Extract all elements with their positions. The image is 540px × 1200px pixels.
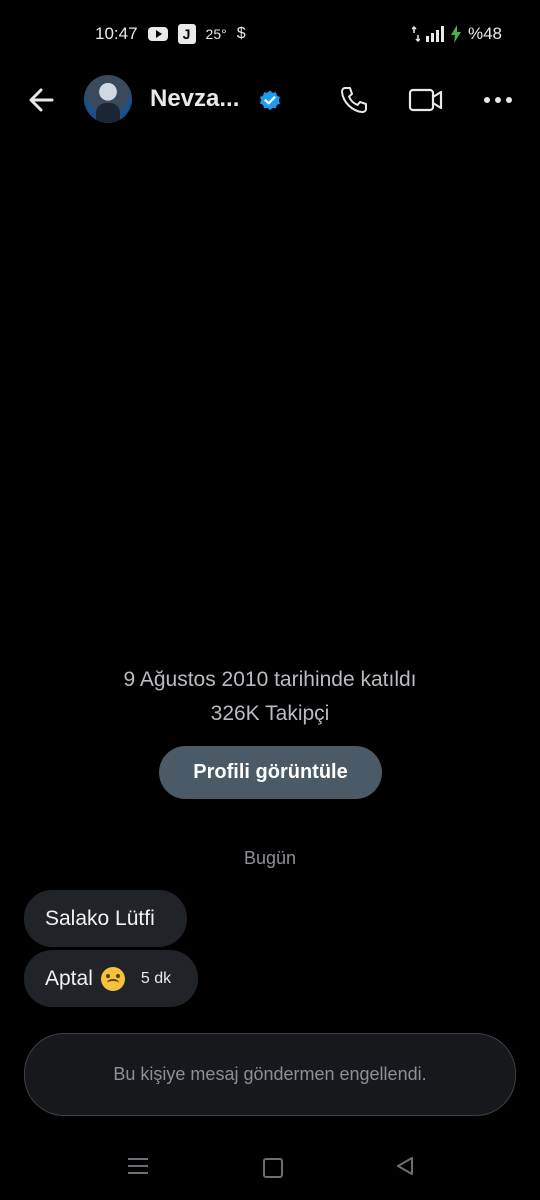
j-app-icon: J (177, 24, 196, 44)
recent-apps-button[interactable] (128, 1158, 148, 1174)
more-options-button[interactable] (482, 88, 514, 112)
phone-icon (341, 87, 367, 113)
status-bar: 10:47 J 25° $ %48 (0, 0, 540, 64)
youtube-icon (147, 27, 168, 41)
message-text: Salako Lütfi (45, 907, 155, 930)
system-nav-bar (0, 1140, 540, 1200)
back-button[interactable] (22, 82, 62, 118)
message-bubble[interactable]: Salako Lütfi (24, 890, 187, 947)
conversation-header: Nevza... (0, 64, 540, 136)
avatar[interactable] (84, 75, 132, 123)
status-time: 10:47 (95, 24, 138, 43)
back-triangle-icon[interactable] (396, 1156, 414, 1176)
battery-level: %48 (467, 24, 502, 43)
blocked-message-notice: Bu kişiye mesaj göndermen engellendi. (24, 1033, 516, 1116)
upside-down-face-icon (100, 966, 125, 991)
message-text: Aptal (45, 967, 93, 990)
message-bubble[interactable]: Aptal 5 dk (24, 950, 198, 1007)
call-button[interactable] (338, 84, 370, 116)
more-dots-icon (484, 97, 512, 103)
contact-name[interactable]: Nevza... (150, 85, 239, 113)
charging-icon (450, 25, 461, 43)
view-profile-button[interactable]: Profili görüntüle (159, 746, 382, 799)
status-bar-left: 10:47 J 25° $ (95, 24, 246, 44)
status-bar-right: %48 (411, 24, 502, 44)
video-camera-icon (408, 88, 443, 112)
joined-date: 9 Ağustos 2010 tarihinde katıldı (123, 668, 417, 691)
back-arrow-icon (29, 88, 54, 112)
day-separator: Bugün (243, 848, 297, 868)
signal-icon (425, 26, 444, 42)
data-arrows-icon (411, 26, 420, 42)
followers-count: 326K Takipçi (210, 702, 330, 725)
dollar-icon: $ (236, 25, 246, 42)
home-button[interactable] (263, 1158, 283, 1178)
temperature: 25° (205, 26, 227, 42)
message-time: 5 dk (140, 970, 172, 987)
video-call-button[interactable] (408, 85, 444, 115)
verified-badge-icon (260, 90, 280, 111)
